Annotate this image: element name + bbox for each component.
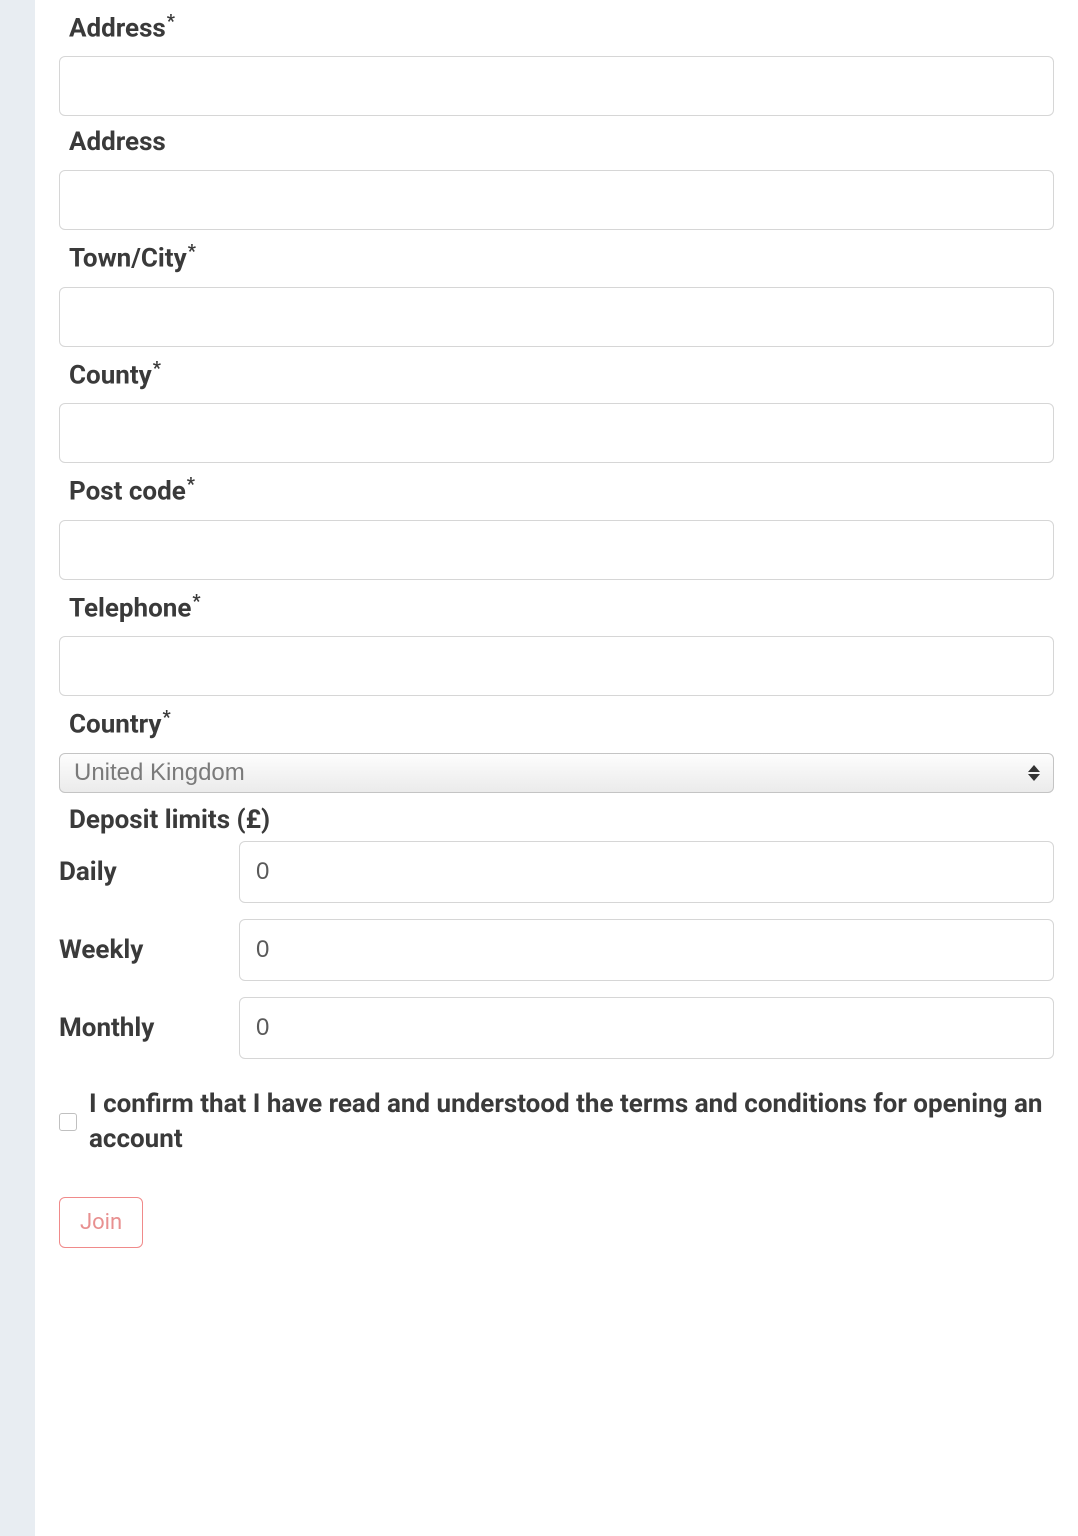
county-label: County*	[59, 347, 1054, 403]
weekly-label: Weekly	[59, 935, 239, 965]
monthly-input[interactable]	[239, 997, 1054, 1059]
form-group-county: County*	[59, 347, 1054, 463]
terms-checkbox[interactable]	[59, 1113, 77, 1131]
required-mark: *	[162, 707, 170, 728]
limits-row-daily: Daily	[59, 841, 1054, 903]
form-group-postcode: Post code*	[59, 463, 1054, 579]
address1-label: Address*	[59, 0, 1054, 56]
daily-label: Daily	[59, 857, 239, 887]
postcode-label: Post code*	[59, 463, 1054, 519]
required-mark: *	[188, 241, 196, 262]
telephone-label: Telephone*	[59, 580, 1054, 636]
deposit-limits-heading: Deposit limits (£)	[59, 793, 1054, 841]
required-mark: *	[153, 358, 161, 379]
county-input[interactable]	[59, 403, 1054, 463]
form-group-telephone: Telephone*	[59, 580, 1054, 696]
required-mark: *	[167, 11, 175, 32]
towncity-label: Town/City*	[59, 230, 1054, 286]
telephone-input[interactable]	[59, 636, 1054, 696]
daily-input[interactable]	[239, 841, 1054, 903]
join-button[interactable]: Join	[59, 1197, 143, 1248]
country-label: Country*	[59, 696, 1054, 752]
form-group-address2: Address	[59, 116, 1054, 230]
form-group-address1: Address*	[59, 0, 1054, 116]
required-mark: *	[192, 591, 200, 612]
form-container: Address* Address Town/City* County* Post…	[35, 0, 1078, 1536]
towncity-input[interactable]	[59, 287, 1054, 347]
weekly-input[interactable]	[239, 919, 1054, 981]
address2-input[interactable]	[59, 170, 1054, 230]
address2-label: Address	[59, 116, 1054, 170]
required-mark: *	[187, 474, 195, 495]
country-select-wrapper: United Kingdom	[59, 753, 1054, 793]
country-select[interactable]: United Kingdom	[59, 753, 1054, 793]
postcode-input[interactable]	[59, 520, 1054, 580]
address1-input[interactable]	[59, 56, 1054, 116]
limits-row-weekly: Weekly	[59, 919, 1054, 981]
terms-label: I confirm that I have read and understoo…	[89, 1087, 1054, 1157]
limits-row-monthly: Monthly	[59, 997, 1054, 1059]
form-group-country: Country* United Kingdom	[59, 696, 1054, 792]
monthly-label: Monthly	[59, 1013, 239, 1043]
terms-row: I confirm that I have read and understoo…	[59, 1087, 1054, 1157]
form-group-towncity: Town/City*	[59, 230, 1054, 346]
